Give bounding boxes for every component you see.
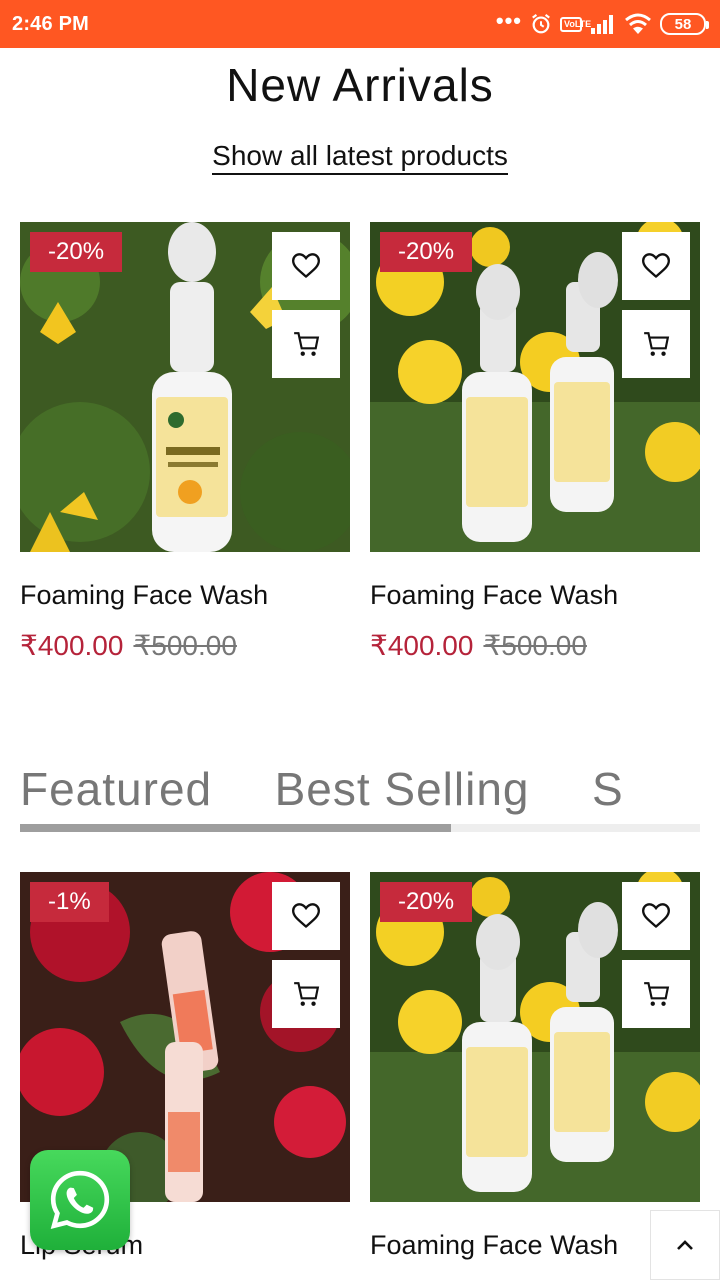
tab-more[interactable]: S — [592, 762, 624, 816]
cart-icon — [294, 332, 320, 356]
whatsapp-button[interactable] — [30, 1150, 130, 1250]
add-to-cart-button[interactable] — [272, 960, 340, 1028]
cart-icon — [644, 332, 670, 356]
add-to-cart-button[interactable] — [272, 310, 340, 378]
tab-active-indicator — [20, 824, 451, 832]
product-card[interactable]: -20% Foaming Face Wash — [370, 872, 700, 1261]
discount-badge: -1% — [30, 882, 109, 922]
status-time: 2:46 PM — [12, 12, 89, 35]
heart-icon — [292, 903, 320, 929]
heart-icon — [292, 253, 320, 279]
scroll-to-top-button[interactable] — [650, 1210, 720, 1280]
product-old-price: ₹500.00 — [483, 630, 587, 661]
discount-badge: -20% — [30, 232, 123, 272]
heart-icon — [642, 253, 670, 279]
chevron-up-icon — [677, 1240, 693, 1250]
cart-icon — [294, 982, 320, 1006]
add-to-cart-button[interactable] — [622, 310, 690, 378]
product-image[interactable]: -20% — [20, 222, 350, 552]
section-title: New Arrivals — [226, 59, 494, 111]
status-icons: ••• VoLTE 58 — [495, 8, 709, 35]
volte-icon: VoLTE — [560, 16, 591, 32]
show-all-link-wrap: Show all latest products — [0, 140, 720, 175]
alarm-icon — [530, 13, 552, 35]
product-prices: ₹400.00 ₹500.00 — [370, 629, 700, 662]
product-card[interactable]: -20% Foaming Face Wash ₹400.00 ₹500.00 — [20, 222, 350, 662]
product-price: ₹400.00 — [370, 630, 474, 661]
cart-icon — [644, 982, 670, 1006]
wifi-icon — [624, 13, 652, 35]
wishlist-button[interactable] — [622, 882, 690, 950]
heart-icon — [642, 903, 670, 929]
product-image[interactable]: -20% — [370, 872, 700, 1202]
more-dots-icon: ••• — [495, 8, 522, 33]
signal-icon — [590, 14, 616, 34]
product-image[interactable]: -20% — [370, 222, 700, 552]
product-old-price: ₹500.00 — [133, 630, 237, 661]
product-name[interactable]: Foaming Face Wash — [20, 580, 350, 611]
tab-featured[interactable]: Featured — [20, 762, 212, 816]
wishlist-button[interactable] — [272, 232, 340, 300]
status-bar: 2:46 PM ••• VoLTE 58 — [0, 0, 720, 48]
show-all-link[interactable]: Show all latest products — [212, 140, 508, 175]
product-card[interactable]: -20% Foaming Face Wash ₹400.00 ₹500.00 — [370, 222, 700, 662]
product-tabs: Featured Best Selling S — [20, 762, 700, 822]
discount-badge: -20% — [380, 882, 473, 922]
product-name[interactable]: Foaming Face Wash — [370, 580, 700, 611]
tab-best-selling[interactable]: Best Selling — [275, 762, 530, 816]
add-to-cart-button[interactable] — [622, 960, 690, 1028]
wishlist-button[interactable] — [622, 232, 690, 300]
whatsapp-icon — [50, 1170, 110, 1230]
product-price: ₹400.00 — [20, 630, 124, 661]
battery-indicator: 58 — [660, 13, 709, 35]
product-prices: ₹400.00 ₹500.00 — [20, 629, 350, 662]
discount-badge: -20% — [380, 232, 473, 272]
wishlist-button[interactable] — [272, 882, 340, 950]
